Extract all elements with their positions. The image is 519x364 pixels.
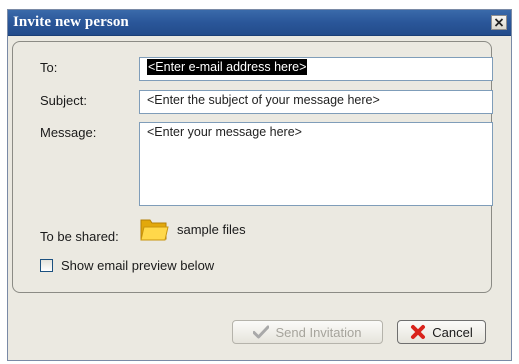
send-invitation-button[interactable]: Send Invitation [232,320,383,344]
dialog-title: Invite new person [13,14,129,30]
subject-value: <Enter the subject of your message here> [147,93,380,107]
shared-label: To be shared: [40,229,119,244]
close-button[interactable] [491,15,507,30]
to-label: To: [40,60,58,75]
email-preview-label[interactable]: Show email preview below [61,258,214,273]
folder-icon [140,219,169,241]
cancel-button[interactable]: Cancel [397,320,486,344]
to-email-field[interactable]: <Enter e-mail address here> [139,57,493,81]
cancel-label: Cancel [432,324,473,340]
message-label: Message: [40,125,97,140]
to-email-value: <Enter e-mail address here> [147,59,308,75]
subject-field[interactable]: <Enter the subject of your message here> [139,90,493,114]
email-preview-checkbox[interactable] [40,259,53,272]
message-textarea[interactable]: <Enter your message here> [139,122,493,206]
message-value: <Enter your message here> [147,125,302,139]
shared-item-name: sample files [177,222,246,237]
red-x-icon [410,324,426,340]
checkmark-icon [253,325,270,339]
title-bar[interactable]: Invite new person [8,10,511,36]
send-invitation-label: Send Invitation [275,324,362,340]
subject-label: Subject: [40,93,87,108]
close-icon [494,18,504,27]
